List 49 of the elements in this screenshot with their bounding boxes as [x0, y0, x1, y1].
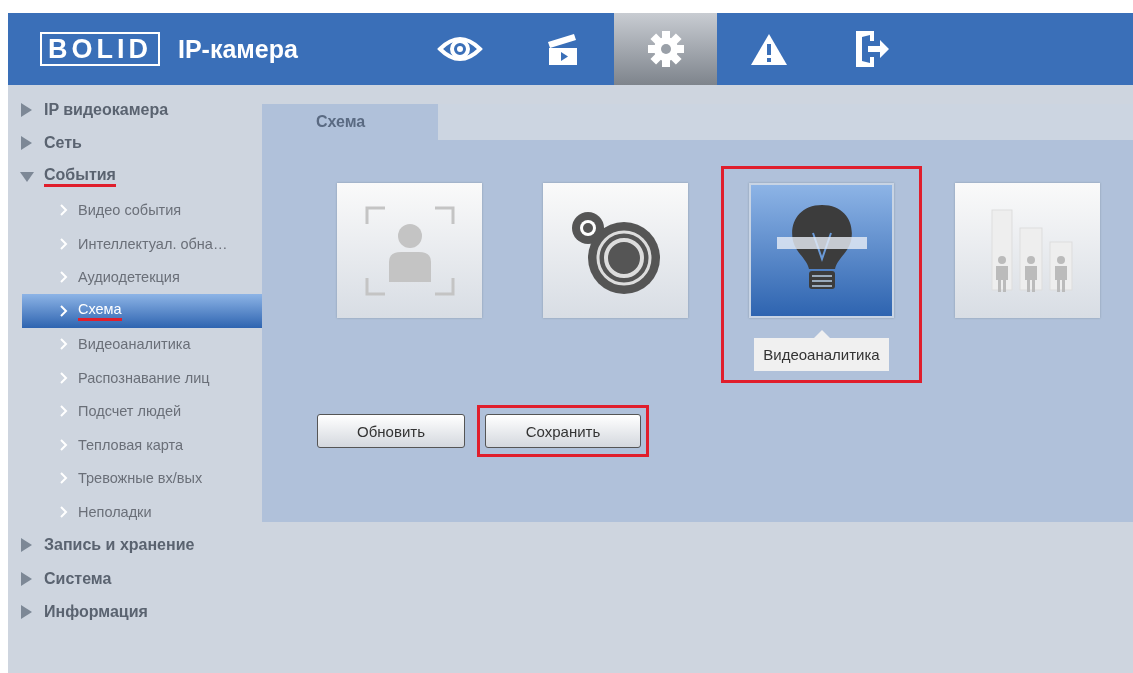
sidebar-subitem[interactable]: Распознавание лиц [22, 361, 262, 395]
caret-right-icon [20, 571, 34, 586]
caret-right-icon [20, 605, 34, 620]
scheme-tile[interactable] [749, 183, 894, 318]
settings-button[interactable] [614, 13, 717, 85]
app-title: IP-камера [178, 34, 299, 64]
chevron-right-icon [60, 371, 68, 384]
sidebar-subitem[interactable]: Тревожные вх/вых [22, 461, 262, 495]
clapperboard-icon [545, 32, 580, 66]
sidebar-item[interactable]: События [8, 160, 262, 194]
logo: BOLID [40, 32, 160, 66]
caret-right-icon [20, 102, 34, 117]
sidebar-item[interactable]: Запись и хранение [8, 528, 262, 562]
scheme-tile[interactable] [337, 183, 482, 318]
scheme-tile[interactable] [543, 183, 688, 318]
sidebar-subitem[interactable]: Подсчет людей [22, 394, 262, 428]
sidebar-subitem[interactable]: Схема [22, 294, 262, 328]
chevron-right-icon [60, 338, 68, 351]
sidebar-item[interactable]: Сеть [8, 126, 262, 160]
sidebar-subitem[interactable]: Аудиодетекция [22, 260, 262, 294]
chevron-right-icon [60, 472, 68, 485]
person-frame-icon [364, 205, 455, 296]
caret-down-icon [20, 169, 34, 184]
caret-right-icon [20, 538, 34, 553]
sidebar-item[interactable]: Информация [8, 595, 262, 629]
chevron-right-icon [60, 237, 68, 250]
chevron-right-icon [60, 304, 68, 317]
sidebar-subitem[interactable]: Видеоаналитика [22, 327, 262, 361]
exit-icon [853, 29, 890, 69]
settings-icon [646, 30, 685, 68]
tab[interactable]: Схема [262, 104, 438, 140]
chevron-right-icon [60, 204, 68, 217]
sidebar-item[interactable]: Система [8, 562, 262, 596]
scheme-tile[interactable] [955, 183, 1100, 318]
sidebar-item[interactable]: IP видеокамера [8, 93, 262, 127]
caret-right-icon [20, 136, 34, 151]
chevron-right-icon [60, 405, 68, 418]
chevron-right-icon [60, 505, 68, 518]
tooltip: Видеоаналитика [754, 338, 889, 371]
refresh-button[interactable]: Обновить [317, 414, 465, 448]
eye-icon [436, 34, 483, 64]
chevron-right-icon [60, 271, 68, 284]
chevron-right-icon [60, 438, 68, 451]
sidebar-subitem[interactable]: Видео события [22, 193, 262, 227]
sidebar-subitem[interactable]: Интеллектуал. обна… [22, 227, 262, 261]
save-button[interactable]: Сохранить [485, 414, 641, 448]
sidebar-subitem[interactable]: Тепловая карта [22, 428, 262, 462]
sidebar-subitem[interactable]: Неполадки [22, 495, 262, 529]
warning-icon [749, 32, 788, 66]
